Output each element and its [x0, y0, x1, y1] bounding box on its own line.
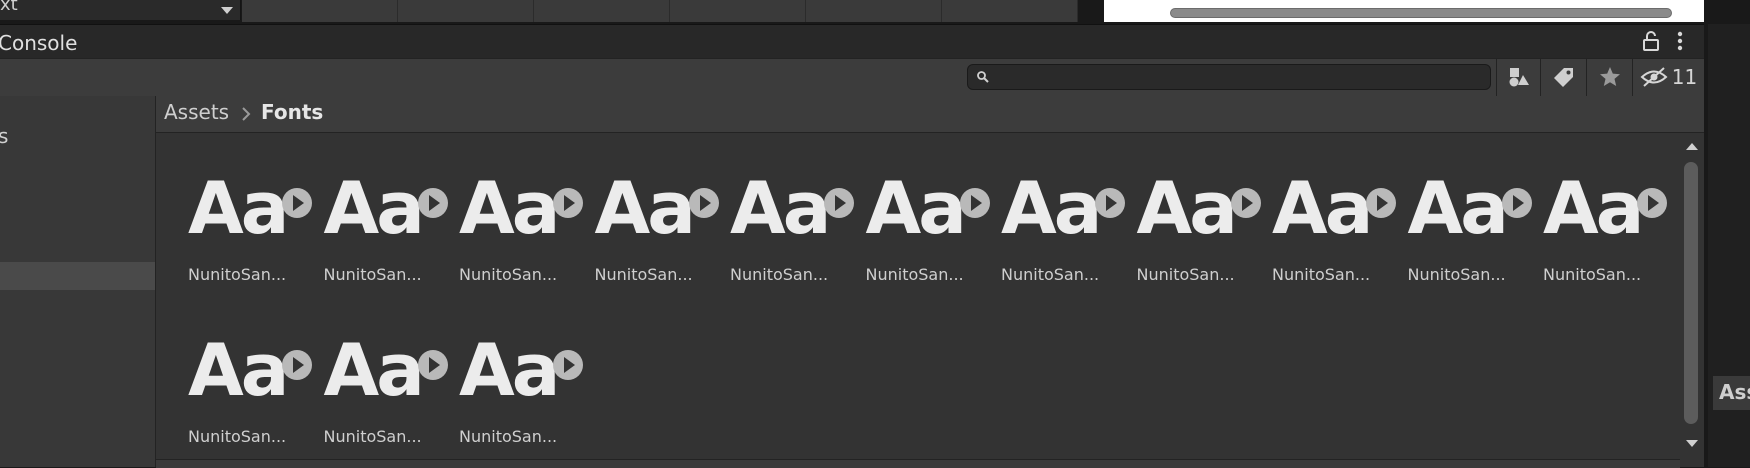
play-icon[interactable]: [1635, 186, 1669, 220]
asset-label: NunitoSan...: [188, 265, 287, 284]
play-icon[interactable]: [687, 186, 721, 220]
play-icon[interactable]: [1229, 186, 1263, 220]
play-icon[interactable]: [1500, 186, 1534, 220]
asset-item[interactable]: Aa NunitoSan...: [730, 172, 860, 302]
favorites-button[interactable]: [1586, 58, 1632, 96]
tab-console[interactable]: Console: [0, 31, 77, 55]
asset-item[interactable]: Aa NunitoSan...: [866, 172, 996, 302]
hidden-packages-toggle[interactable]: 11: [1632, 58, 1704, 96]
asset-label: NunitoSan...: [459, 265, 558, 284]
filter-by-label-button[interactable]: [1540, 58, 1586, 96]
play-icon[interactable]: [1364, 186, 1398, 220]
search-icon: [977, 71, 989, 83]
favorites-star-icon: [1599, 67, 1620, 86]
dropdown-arrow-icon: [221, 7, 233, 14]
font-glyph-preview: Aa: [1001, 166, 1102, 250]
font-glyph-preview: Aa: [1272, 166, 1373, 250]
asset-item[interactable]: Aa NunitoSan...: [1272, 172, 1402, 302]
hidden-count: 11: [1671, 65, 1698, 89]
asset-label: NunitoSan...: [323, 427, 422, 446]
play-icon[interactable]: [822, 186, 856, 220]
play-icon[interactable]: [551, 186, 585, 220]
font-glyph-preview: Aa: [323, 328, 425, 412]
asset-label: NunitoSan...: [1272, 265, 1371, 284]
asset-label: NunitoSan...: [323, 265, 422, 284]
font-glyph-preview: Aa: [323, 166, 425, 250]
asset-label: NunitoSan...: [594, 265, 693, 284]
filter-by-type-icon: [1509, 68, 1529, 87]
font-glyph-preview: Aa: [1136, 166, 1238, 250]
folder-tree-selected-row[interactable]: [0, 262, 155, 290]
asset-item[interactable]: Aa NunitoSan...: [1137, 172, 1267, 302]
asset-label: NunitoSan...: [1136, 265, 1235, 284]
search-input[interactable]: [992, 67, 1486, 89]
play-icon[interactable]: [1093, 186, 1127, 220]
font-glyph-preview: Aa: [730, 166, 831, 250]
play-icon[interactable]: [958, 186, 992, 220]
play-icon[interactable]: [280, 186, 314, 220]
font-glyph-preview: Aa: [459, 166, 560, 250]
asset-item[interactable]: Aa NunitoSan...: [459, 334, 589, 464]
vertical-scroll-thumb[interactable]: [1684, 162, 1698, 424]
folder-tree-item[interactable]: s: [0, 124, 8, 148]
asset-item[interactable]: Aa NunitoSan...: [1543, 172, 1673, 302]
play-icon[interactable]: [416, 348, 450, 382]
play-icon[interactable]: [551, 348, 585, 382]
asset-item[interactable]: Aa NunitoSan...: [459, 172, 589, 302]
asset-label: NunitoSan...: [730, 265, 829, 284]
font-glyph-preview: Aa: [1407, 166, 1509, 250]
asset-item[interactable]: Aa NunitoSan...: [1408, 172, 1538, 302]
top-grid-area: [242, 0, 1078, 22]
play-icon[interactable]: [280, 348, 314, 382]
asset-label: NunitoSan...: [459, 427, 558, 446]
asset-label: NunitoSan...: [188, 427, 287, 446]
asset-label: NunitoSan...: [1407, 265, 1506, 284]
play-icon[interactable]: [416, 186, 450, 220]
tab-bar: Console: [0, 24, 1704, 59]
asset-label: NunitoSan...: [1543, 265, 1642, 284]
search-field[interactable]: [967, 64, 1491, 90]
breadcrumb-assets[interactable]: Assets: [164, 100, 229, 124]
right-panel-tab-label: Ass: [1719, 380, 1750, 404]
asset-item[interactable]: Aa NunitoSan...: [595, 172, 725, 302]
breadcrumb: [156, 96, 1704, 133]
hidden-eye-icon: [1640, 67, 1668, 87]
asset-item[interactable]: Aa NunitoSan...: [188, 334, 318, 464]
folder-tree-panel: s: [0, 96, 156, 467]
scroll-up-arrow-icon[interactable]: [1684, 140, 1700, 152]
scroll-down-arrow-icon[interactable]: [1684, 438, 1700, 450]
asset-item[interactable]: Aa NunitoSan...: [324, 172, 454, 302]
lock-open-icon[interactable]: [1642, 31, 1660, 51]
asset-item[interactable]: Aa NunitoSan...: [188, 172, 318, 302]
top-dropdown-value: xt: [0, 0, 18, 15]
asset-label: NunitoSan...: [865, 265, 964, 284]
horizontal-scrollbar[interactable]: [1170, 8, 1672, 18]
font-glyph-preview: Aa: [188, 328, 289, 412]
filter-by-label-icon: [1553, 68, 1573, 87]
breadcrumb-fonts[interactable]: Fonts: [261, 100, 323, 124]
font-glyph-preview: Aa: [459, 328, 560, 412]
font-glyph-preview: Aa: [1543, 166, 1644, 250]
asset-label: NunitoSan...: [1001, 265, 1100, 284]
right-panel-tab[interactable]: Ass: [1713, 376, 1750, 410]
font-glyph-preview: Aa: [865, 166, 967, 250]
top-dropdown[interactable]: xt: [0, 0, 241, 20]
asset-item[interactable]: Aa NunitoSan...: [1001, 172, 1131, 302]
filter-by-type-button[interactable]: [1496, 58, 1540, 96]
font-glyph-preview: Aa: [594, 166, 696, 250]
chevron-right-icon: [242, 107, 251, 121]
asset-item[interactable]: Aa NunitoSan...: [324, 334, 454, 464]
font-glyph-preview: Aa: [188, 166, 289, 250]
kebab-menu-icon[interactable]: [1672, 31, 1688, 51]
